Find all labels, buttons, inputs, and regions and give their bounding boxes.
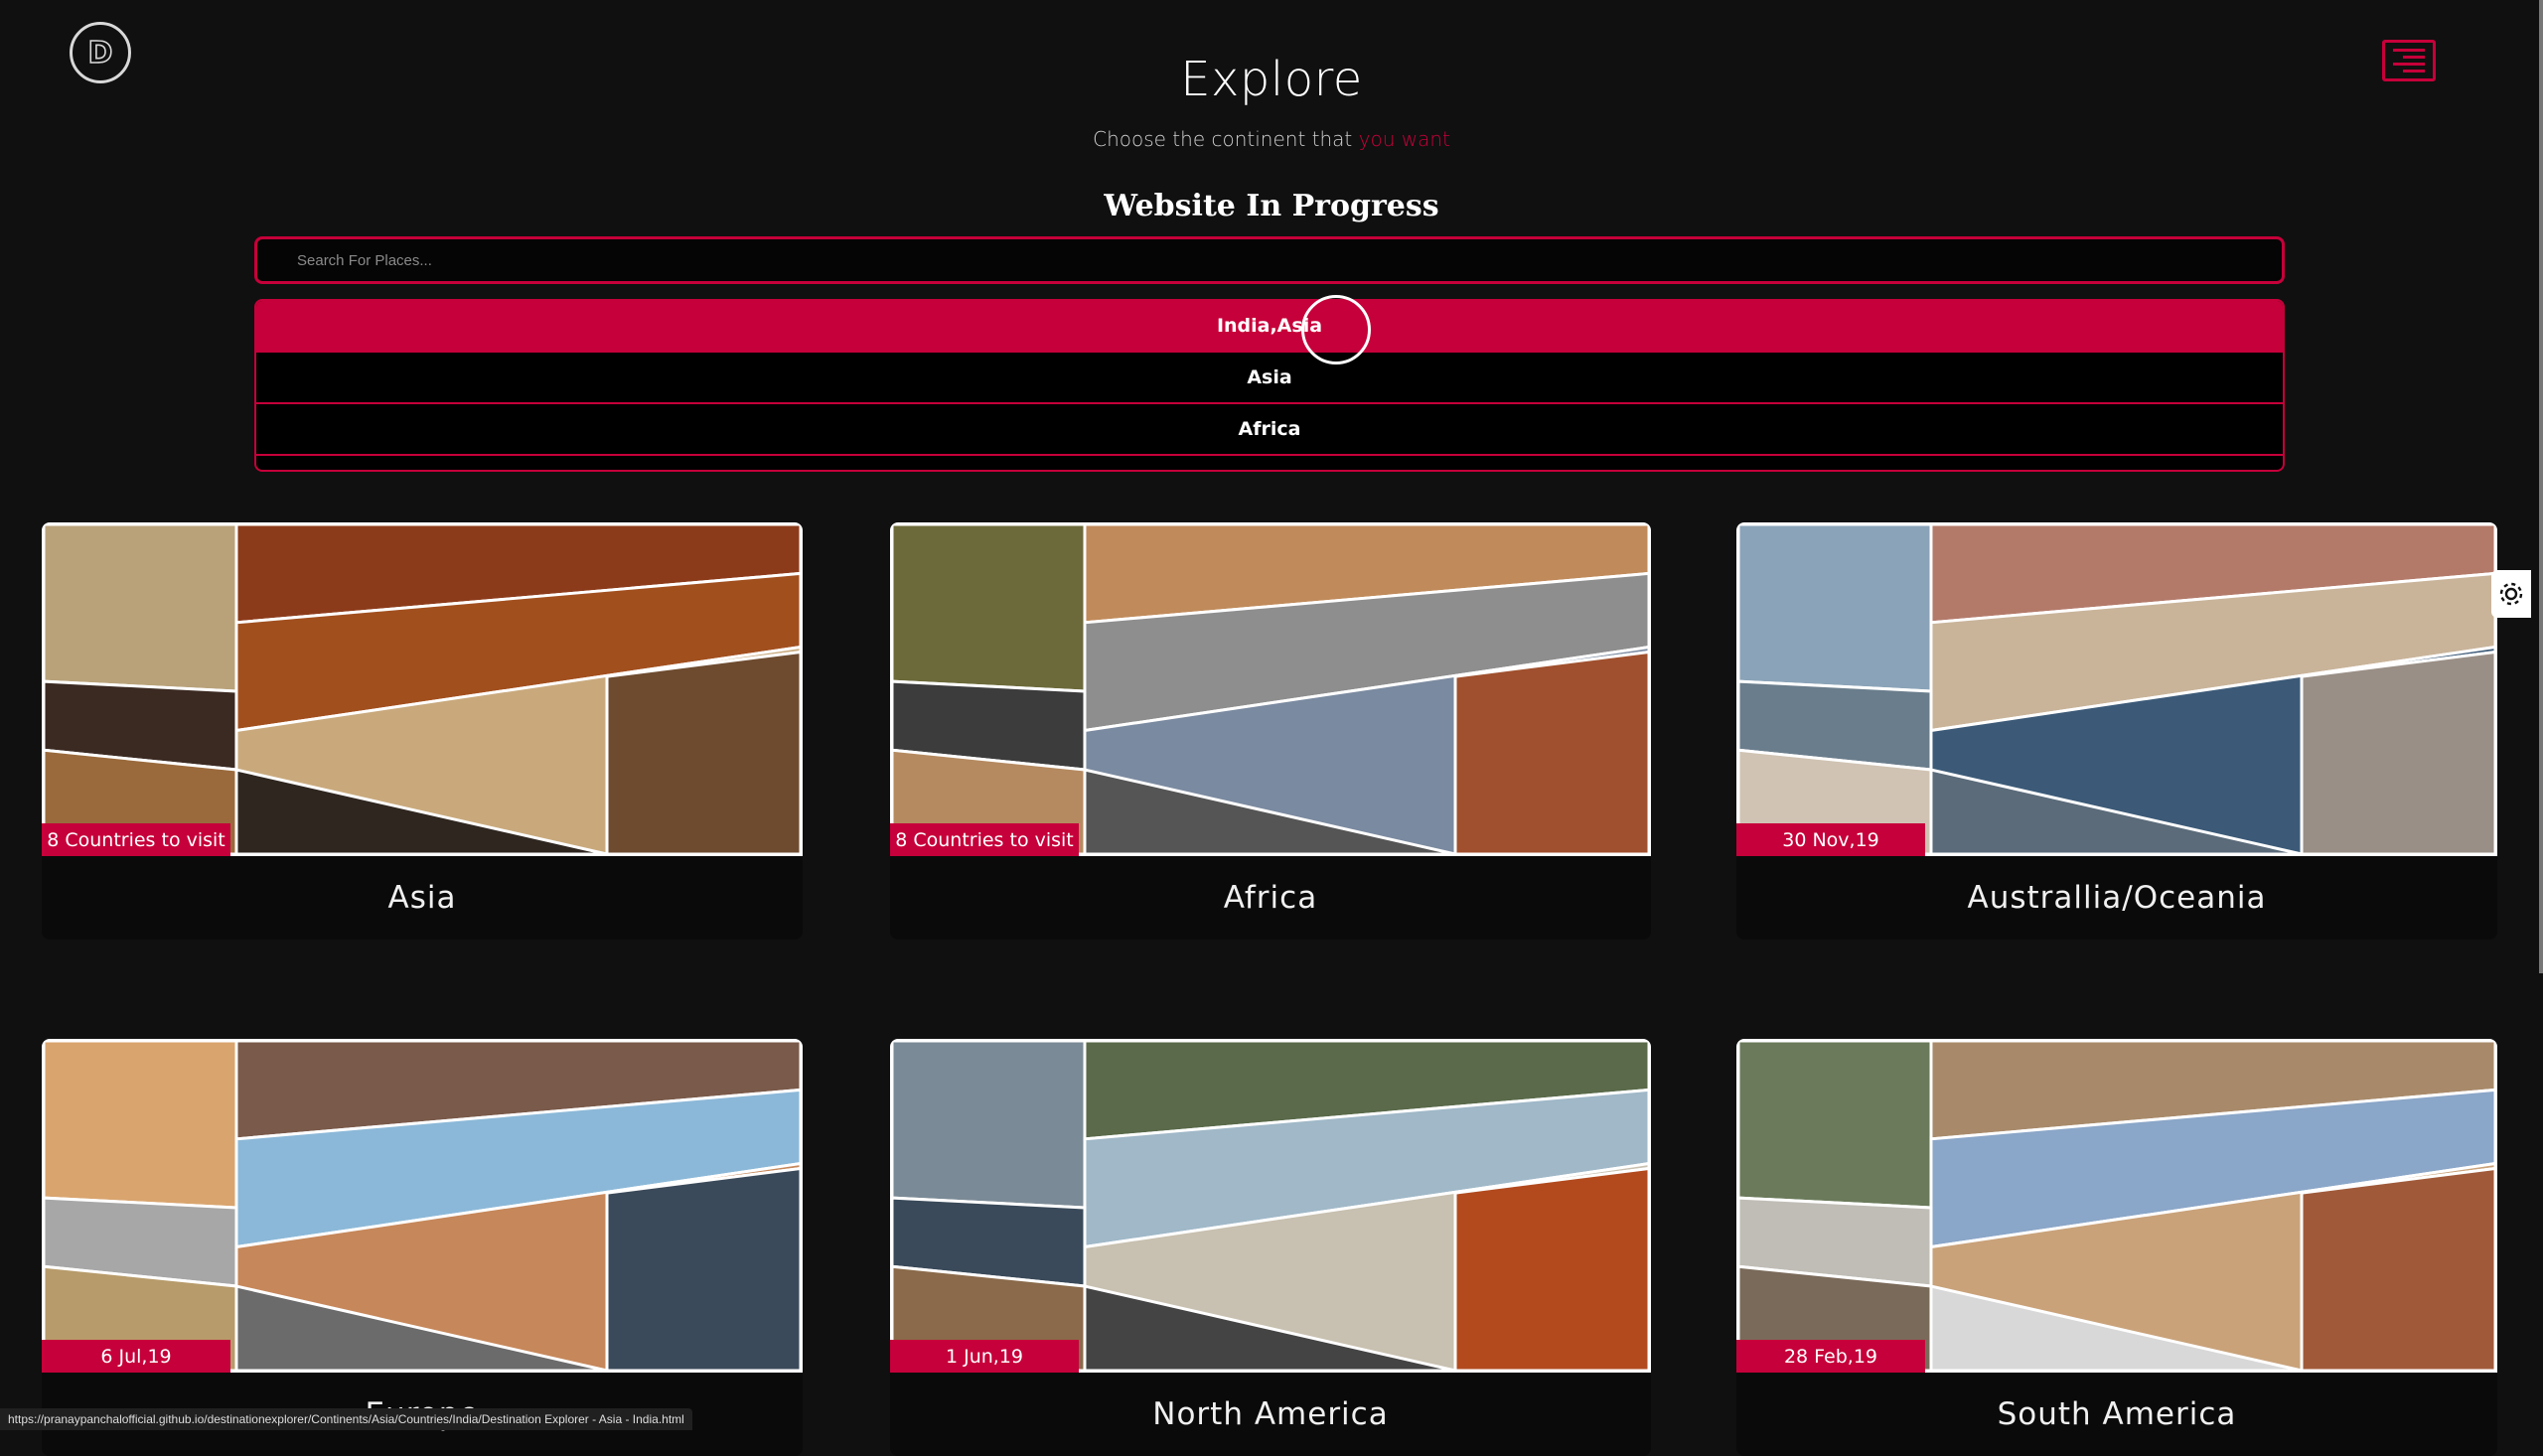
search-results: India,Asia Asia Africa <box>254 299 2285 472</box>
card-badge: 8 Countries to visit <box>890 823 1079 856</box>
card-image <box>1736 522 2497 856</box>
card-badge: 28 Feb,19 <box>1736 1340 1925 1373</box>
result-item[interactable]: Africa <box>256 404 2283 456</box>
card-image <box>42 1039 803 1373</box>
result-item[interactable]: Asia <box>256 353 2283 404</box>
result-item[interactable]: India,Asia <box>256 301 2283 353</box>
subtitle-text: Choose the continent that <box>1093 127 1359 151</box>
card-title: North America <box>1152 1396 1389 1432</box>
card-image <box>42 522 803 856</box>
settings-button[interactable] <box>2491 570 2531 618</box>
card-title: Africa <box>1223 880 1318 916</box>
continent-card[interactable]: 28 Feb,19 South America <box>1736 1039 2497 1456</box>
continent-card[interactable]: 1 Jun,19 North America <box>890 1039 1651 1456</box>
card-badge: 6 Jul,19 <box>42 1340 230 1373</box>
cursor-highlight <box>1301 295 1371 364</box>
card-image <box>1736 1039 2497 1373</box>
continent-card[interactable]: 30 Nov,19 Australlia/Oceania <box>1736 522 2497 940</box>
card-badge: 1 Jun,19 <box>890 1340 1079 1373</box>
status-bar-url: https://pranaypanchalofficial.github.io/… <box>0 1408 692 1430</box>
card-title: Asia <box>387 880 457 916</box>
gear-icon <box>2499 582 2523 606</box>
continent-card[interactable]: 6 Jul,19Europe <box>42 1039 803 1456</box>
scrollbar[interactable] <box>2539 0 2543 973</box>
page-title: Explore <box>1180 52 1363 107</box>
continent-card[interactable]: 8 Countries to visit Asia <box>42 522 803 940</box>
card-image <box>890 1039 1651 1373</box>
card-title: Australlia/Oceania <box>1967 880 2267 916</box>
card-badge: 30 Nov,19 <box>1736 823 1925 856</box>
subtitle-accent: you want <box>1358 127 1450 151</box>
search-input[interactable] <box>257 239 2282 281</box>
card-title: South America <box>1997 1396 2237 1432</box>
continent-card[interactable]: 8 Countries to visit Africa <box>890 522 1651 940</box>
page-subtitle: Choose the continent that you want <box>0 127 2543 151</box>
progress-notice: Website In Progress <box>1104 189 1439 223</box>
card-badge: 8 Countries to visit <box>42 823 230 856</box>
card-image <box>890 522 1651 856</box>
search-box <box>254 236 2285 284</box>
